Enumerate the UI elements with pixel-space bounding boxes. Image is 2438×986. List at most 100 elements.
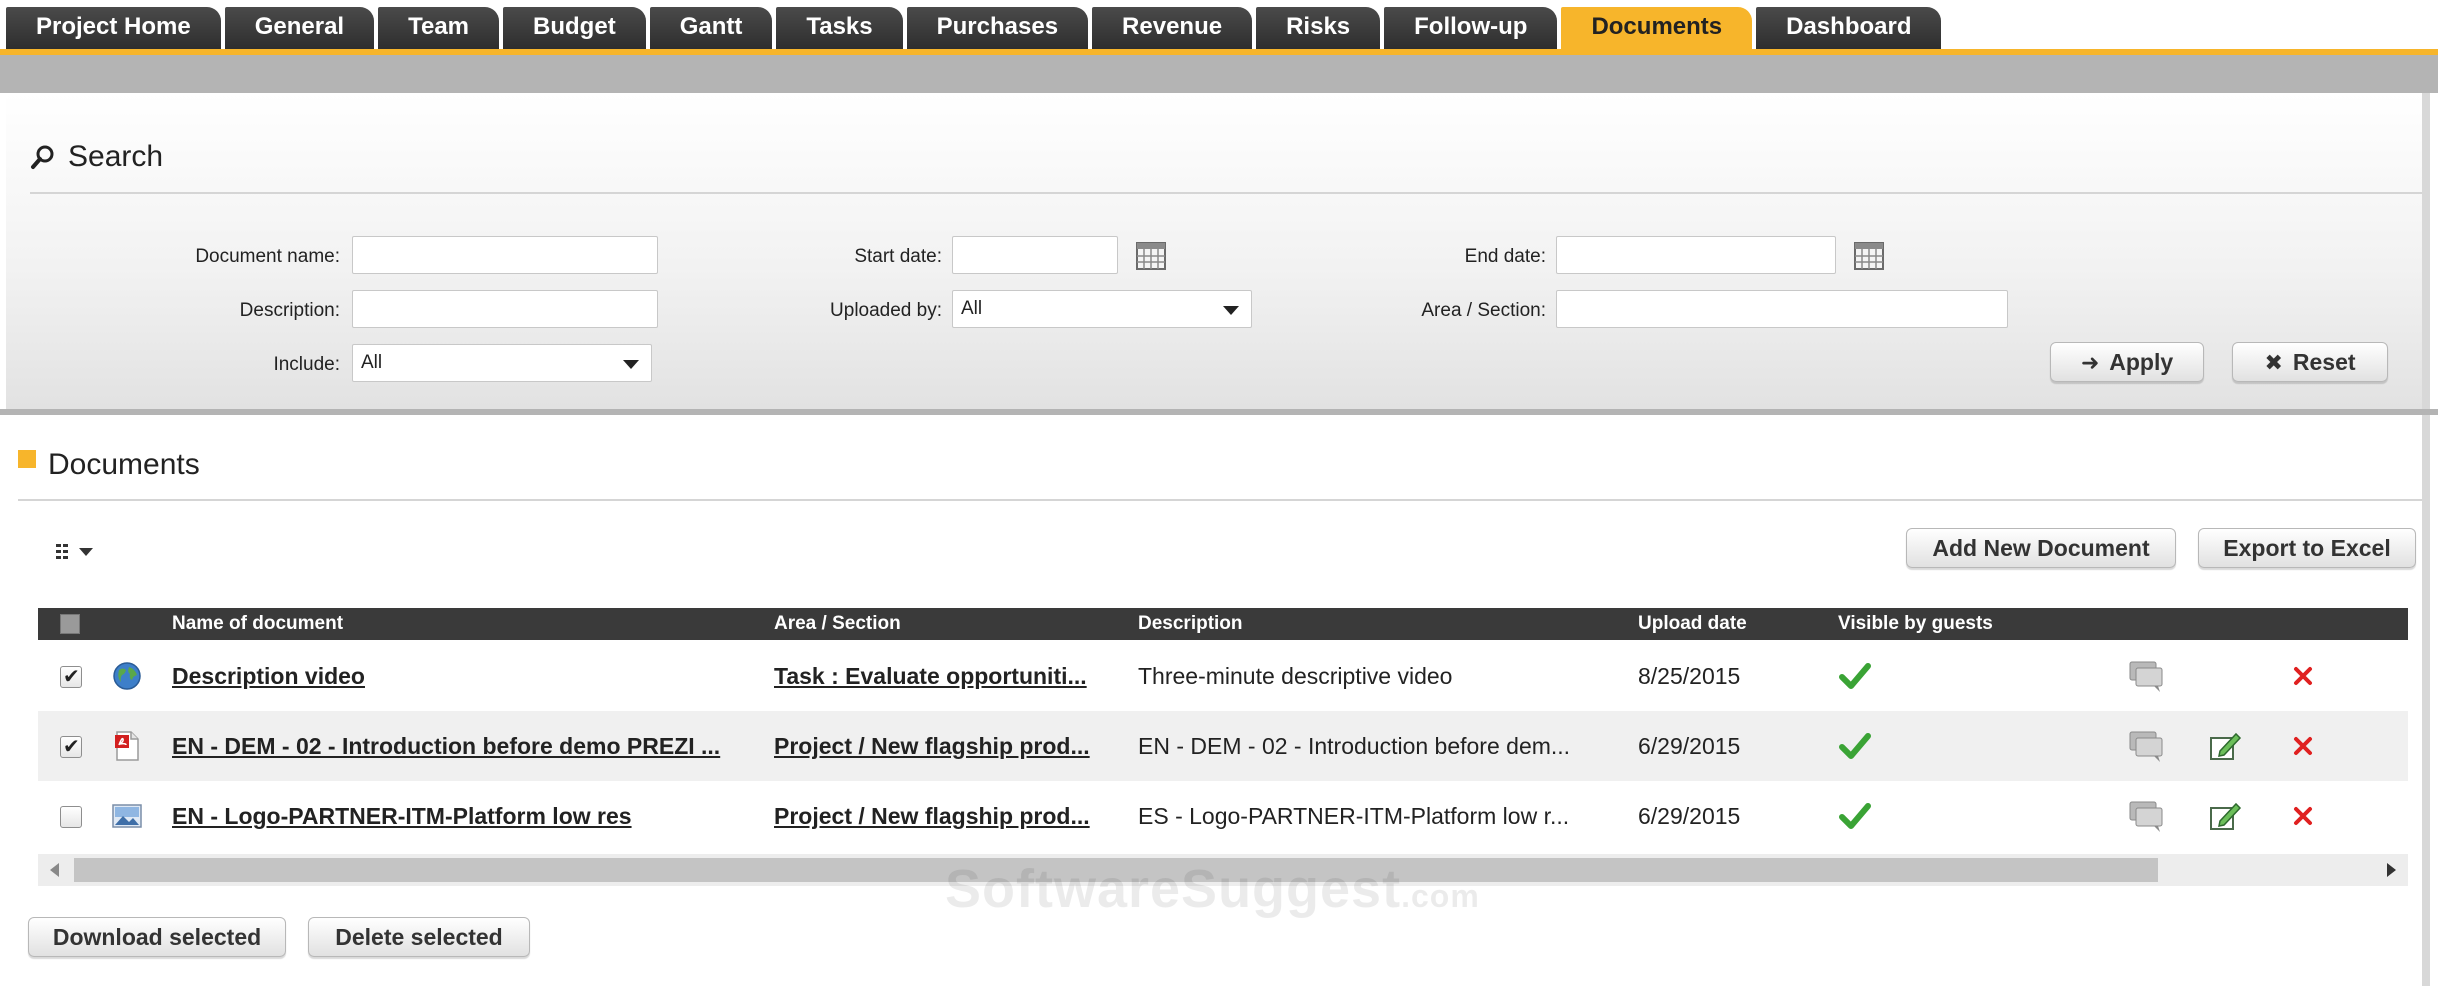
header-band [0, 55, 2438, 93]
checkmark-icon [1839, 663, 1871, 689]
comment-icon[interactable] [2128, 799, 2164, 833]
tab-documents[interactable]: Documents [1561, 7, 1753, 49]
document-description: Three-minute descriptive video [1138, 663, 1453, 689]
document-name-link[interactable]: EN - Logo-PARTNER-ITM-Platform low res [172, 781, 752, 851]
column-header-upload-date[interactable]: Upload date [1638, 608, 1747, 640]
chevron-down-icon [79, 548, 93, 556]
search-icon [31, 145, 54, 169]
tab-follow-up[interactable]: Follow-up [1384, 7, 1558, 49]
document-name-label: Document name: [195, 246, 340, 267]
select-all-checkbox[interactable] [60, 614, 80, 634]
end-date-label: End date: [1464, 246, 1546, 267]
delete-icon[interactable] [2288, 731, 2318, 761]
globe-icon [113, 662, 141, 690]
tab-list: Project Home General Team Budget Gantt T… [6, 7, 1945, 49]
table-header: Name of document Area / Section Descript… [38, 608, 2408, 640]
comment-icon[interactable] [2128, 729, 2164, 763]
scroll-right-arrow-icon[interactable] [2387, 863, 2396, 877]
tab-budget[interactable]: Budget [503, 7, 646, 49]
checkmark-icon [1839, 803, 1871, 829]
row-checkbox[interactable] [60, 664, 82, 689]
tab-bar: Project Home General Team Budget Gantt T… [0, 0, 2438, 56]
tab-purchases[interactable]: Purchases [906, 7, 1089, 49]
tab-general[interactable]: General [224, 7, 375, 49]
reset-button[interactable]: ✖ Reset [2232, 342, 2388, 382]
pdf-icon [115, 731, 139, 761]
include-select[interactable]: All [352, 344, 652, 382]
comment-icon[interactable] [2128, 659, 2164, 693]
watermark-suffix: .com [1401, 878, 1480, 914]
document-description: ES - Logo-PARTNER-ITM-Platform low r... [1138, 803, 1570, 829]
close-icon: ✖ [2264, 350, 2283, 375]
start-date-label: Start date: [854, 246, 942, 267]
download-selected-button[interactable]: Download selected [28, 917, 286, 957]
search-heading: Search [30, 140, 163, 174]
tab-team[interactable]: Team [378, 7, 500, 49]
document-name-input[interactable] [352, 236, 658, 274]
uploaded-by-label: Uploaded by: [830, 300, 942, 321]
area-section-input[interactable] [1556, 290, 2008, 328]
tab-risks[interactable]: Risks [1256, 7, 1381, 49]
add-new-document-button[interactable]: Add New Document [1906, 528, 2176, 568]
tab-gantt[interactable]: Gantt [649, 7, 773, 49]
edit-icon[interactable] [2208, 799, 2242, 833]
document-description: EN - DEM - 02 - Introduction before dem.… [1138, 733, 1571, 759]
include-label: Include: [273, 354, 340, 375]
end-date-input[interactable] [1556, 236, 1836, 274]
scroll-left-arrow-icon[interactable] [50, 863, 59, 877]
search-divider [30, 192, 2422, 194]
area-section-link[interactable]: Task : Evaluate opportuniti... [774, 641, 1110, 711]
column-chooser-button[interactable] [56, 540, 104, 564]
tab-project-home[interactable]: Project Home [6, 7, 221, 49]
uploaded-by-select-value: All [961, 298, 983, 319]
column-header-area[interactable]: Area / Section [774, 608, 901, 640]
arrow-right-icon: ➜ [2080, 350, 2100, 375]
calendar-icon[interactable] [1854, 242, 1884, 270]
image-icon [112, 804, 142, 828]
edit-icon[interactable] [2208, 729, 2242, 763]
column-header-visible-by-guests[interactable]: Visible by guests [1838, 608, 1993, 640]
checkmark-icon [1839, 733, 1871, 759]
tab-revenue[interactable]: Revenue [1092, 7, 1253, 49]
column-header-name[interactable]: Name of document [172, 608, 343, 640]
apply-button[interactable]: ➜ Apply [2050, 342, 2204, 382]
area-section-link[interactable]: Project / New flagship prod... [774, 711, 1110, 781]
documents-divider [18, 499, 2422, 501]
documents-title: Documents [48, 448, 200, 481]
delete-selected-button[interactable]: Delete selected [308, 917, 530, 957]
document-name-link[interactable]: Description video [172, 641, 752, 711]
description-label: Description: [239, 300, 340, 321]
watermark-main: SoftwareSuggest [945, 859, 1402, 919]
tab-dashboard[interactable]: Dashboard [1756, 7, 1942, 49]
area-section-label: Area / Section: [1421, 300, 1546, 321]
table-row: EN - DEM - 02 - Introduction before demo… [38, 711, 2408, 781]
columns-icon [56, 544, 68, 559]
chevron-down-icon [623, 360, 639, 369]
export-to-excel-button[interactable]: Export to Excel [2198, 528, 2416, 568]
table-row: Description video Task : Evaluate opport… [38, 641, 2408, 711]
document-name-link[interactable]: EN - DEM - 02 - Introduction before demo… [172, 711, 752, 781]
apply-label: Apply [2109, 349, 2174, 375]
include-select-value: All [361, 352, 383, 373]
delete-icon[interactable] [2288, 661, 2318, 691]
table-row: EN - Logo-PARTNER-ITM-Platform low res P… [38, 781, 2408, 851]
row-checkbox[interactable] [60, 734, 82, 759]
watermark: SoftwareSuggest.com [945, 858, 1480, 920]
upload-date: 8/25/2015 [1638, 663, 1741, 689]
documents-heading: Documents [18, 448, 200, 482]
calendar-icon[interactable] [1136, 242, 1166, 270]
start-date-input[interactable] [952, 236, 1118, 274]
row-checkbox[interactable] [60, 806, 82, 828]
upload-date: 6/29/2015 [1638, 733, 1741, 759]
tab-tasks[interactable]: Tasks [776, 7, 903, 49]
chevron-down-icon [1223, 306, 1239, 315]
reset-label: Reset [2292, 349, 2356, 375]
description-input[interactable] [352, 290, 658, 328]
column-header-description[interactable]: Description [1138, 608, 1243, 640]
delete-icon[interactable] [2288, 801, 2318, 831]
search-title: Search [68, 140, 164, 173]
upload-date: 6/29/2015 [1638, 803, 1741, 829]
section-marker-icon [18, 450, 36, 468]
uploaded-by-select[interactable]: All [952, 290, 1252, 328]
area-section-link[interactable]: Project / New flagship prod... [774, 781, 1110, 851]
